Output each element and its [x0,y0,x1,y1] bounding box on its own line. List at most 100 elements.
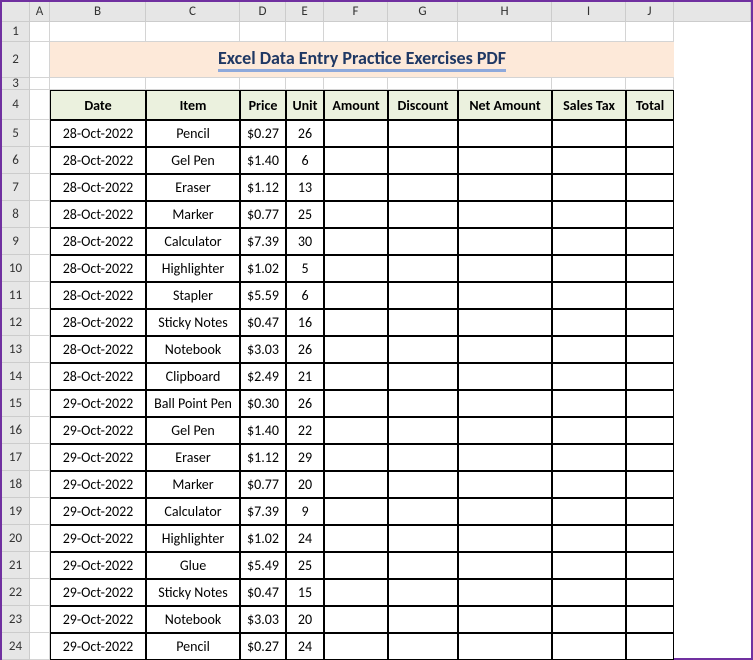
table-cell[interactable]: $0.77 [240,471,286,498]
table-cell[interactable]: 5 [286,255,324,282]
table-cell[interactable]: 28-Oct-2022 [50,120,146,147]
table-cell[interactable]: 28-Oct-2022 [50,309,146,336]
table-cell[interactable] [324,363,388,390]
table-cell[interactable]: Glue [146,552,240,579]
row-header-7[interactable]: 7 [2,174,30,201]
table-cell[interactable] [458,120,552,147]
table-cell[interactable] [388,309,458,336]
table-cell[interactable] [324,390,388,417]
table-cell[interactable] [552,606,626,633]
table-header[interactable]: Discount [388,90,458,120]
table-cell[interactable] [324,201,388,228]
table-cell[interactable] [458,201,552,228]
table-header[interactable]: Total [626,90,674,120]
table-cell[interactable]: 16 [286,309,324,336]
table-cell[interactable] [626,471,674,498]
table-header[interactable]: Price [240,90,286,120]
table-cell[interactable]: 25 [286,201,324,228]
table-cell[interactable]: $0.27 [240,633,286,660]
table-cell[interactable] [388,633,458,660]
table-cell[interactable] [626,201,674,228]
table-cell[interactable]: 29 [286,444,324,471]
table-cell[interactable]: Highlighter [146,255,240,282]
table-cell[interactable]: 28-Oct-2022 [50,282,146,309]
cell[interactable] [30,255,50,282]
table-cell[interactable]: 30 [286,228,324,255]
table-cell[interactable] [458,363,552,390]
table-cell[interactable]: 29-Oct-2022 [50,471,146,498]
cell[interactable] [286,22,324,42]
col-header-F[interactable]: F [324,2,388,22]
table-cell[interactable]: 22 [286,417,324,444]
table-cell[interactable]: $1.02 [240,525,286,552]
row-header-23[interactable]: 23 [2,606,30,633]
table-cell[interactable]: 29-Oct-2022 [50,606,146,633]
table-cell[interactable]: Gel Pen [146,147,240,174]
table-cell[interactable] [626,417,674,444]
table-cell[interactable] [552,309,626,336]
table-cell[interactable] [388,255,458,282]
table-cell[interactable] [324,552,388,579]
cell[interactable] [50,22,146,42]
row-header-24[interactable]: 24 [2,633,30,660]
col-header-J[interactable]: J [626,2,674,22]
cell[interactable] [388,22,458,42]
row-header-11[interactable]: 11 [2,282,30,309]
table-cell[interactable] [626,633,674,660]
table-cell[interactable]: Marker [146,471,240,498]
table-cell[interactable] [388,282,458,309]
table-cell[interactable]: 25 [286,552,324,579]
table-cell[interactable]: 28-Oct-2022 [50,336,146,363]
row-header-21[interactable]: 21 [2,552,30,579]
cell[interactable] [30,201,50,228]
row-header-4[interactable]: 4 [2,90,30,120]
table-cell[interactable]: Clipboard [146,363,240,390]
cell[interactable] [30,120,50,147]
table-cell[interactable] [458,228,552,255]
cell[interactable] [324,78,388,90]
table-cell[interactable] [626,336,674,363]
cell[interactable] [30,42,50,78]
table-cell[interactable]: 6 [286,282,324,309]
table-cell[interactable] [552,282,626,309]
table-cell[interactable] [552,525,626,552]
table-cell[interactable] [458,498,552,525]
cell[interactable] [30,228,50,255]
col-header-H[interactable]: H [458,2,552,22]
table-cell[interactable] [458,255,552,282]
cell[interactable] [30,282,50,309]
table-cell[interactable]: Calculator [146,228,240,255]
cell[interactable] [30,417,50,444]
row-header-9[interactable]: 9 [2,228,30,255]
table-cell[interactable] [324,174,388,201]
table-cell[interactable] [388,201,458,228]
cell[interactable] [30,525,50,552]
table-cell[interactable] [552,336,626,363]
table-cell[interactable] [324,417,388,444]
table-cell[interactable] [388,174,458,201]
table-cell[interactable] [458,336,552,363]
table-cell[interactable]: 24 [286,633,324,660]
table-cell[interactable] [552,201,626,228]
table-cell[interactable] [388,417,458,444]
table-cell[interactable] [552,552,626,579]
table-cell[interactable]: $3.03 [240,336,286,363]
table-cell[interactable]: 28-Oct-2022 [50,147,146,174]
table-cell[interactable] [388,444,458,471]
cell[interactable] [240,22,286,42]
table-cell[interactable]: Sticky Notes [146,579,240,606]
table-cell[interactable]: 28-Oct-2022 [50,201,146,228]
table-cell[interactable] [458,444,552,471]
row-header-1[interactable]: 1 [2,22,30,42]
cell[interactable] [30,363,50,390]
table-cell[interactable] [458,417,552,444]
table-cell[interactable]: Highlighter [146,525,240,552]
cell[interactable] [30,606,50,633]
table-cell[interactable]: 21 [286,363,324,390]
table-cell[interactable] [552,471,626,498]
cell[interactable] [30,309,50,336]
table-cell[interactable]: 28-Oct-2022 [50,228,146,255]
cell[interactable] [30,633,50,660]
table-cell[interactable] [626,255,674,282]
table-cell[interactable] [324,336,388,363]
